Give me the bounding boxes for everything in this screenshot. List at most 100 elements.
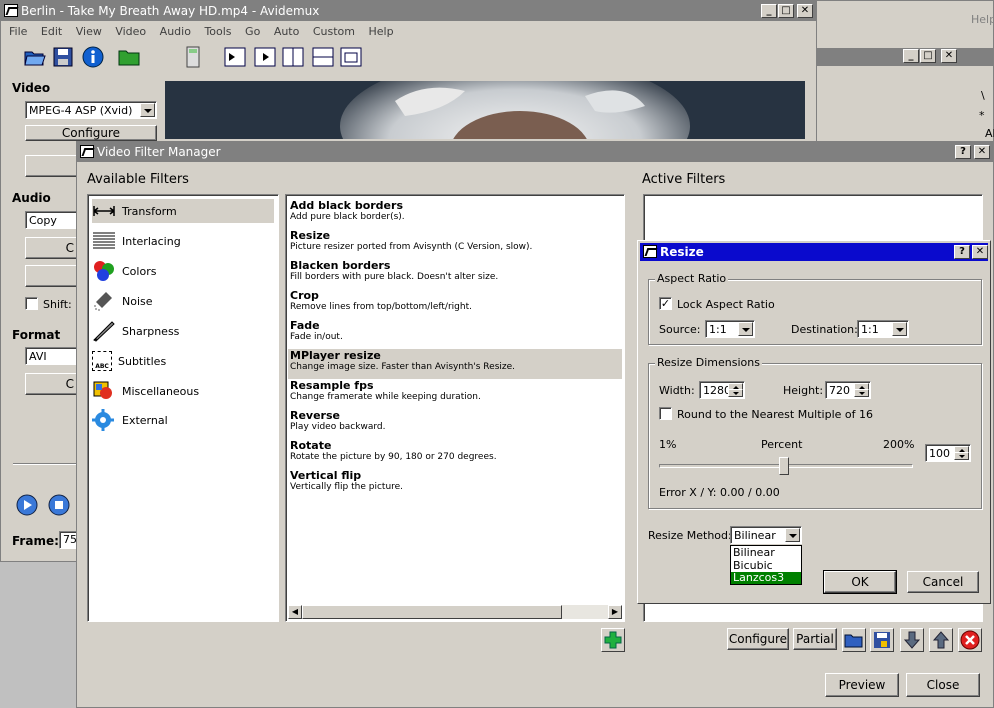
method-option-bilinear[interactable]: Bilinear [731,546,801,559]
spin-down-icon[interactable] [728,389,743,397]
percent-max-label: 200% [883,438,915,451]
frame-label: Frame: [12,534,59,548]
menu-custom[interactable]: Custom [313,25,355,38]
filter-resize[interactable]: Resize Picture resizer ported from Avisyn… [288,229,622,259]
category-label: Sharpness [122,324,180,338]
video-codec-select[interactable]: MPEG-4 ASP (Xvid) [25,101,157,119]
configure-filter-button[interactable]: Configure [727,628,789,650]
lock-aspect-checkbox[interactable]: ✓ [659,297,672,310]
desktop-background [0,562,76,708]
resize-method-select[interactable]: Bilinear [730,526,802,544]
category-label: Colors [122,264,157,278]
cancel-button[interactable]: Cancel [907,571,979,593]
menu-auto[interactable]: Auto [274,25,300,38]
panel-right-icon[interactable] [253,45,277,69]
spin-down-icon[interactable] [954,452,969,460]
category-miscellaneous[interactable]: Miscellaneous [92,379,274,403]
percent-spinbox[interactable]: 100 [925,444,971,462]
filter-resample-fps[interactable]: Resample fps Change framerate while keepi… [288,379,622,409]
layout-columns-icon[interactable] [281,45,305,69]
width-spinbox[interactable]: 1280 [699,381,745,399]
ok-button[interactable]: OK [823,570,897,594]
category-noise[interactable]: Noise [92,289,274,313]
destination-select[interactable]: 1:1 [857,320,909,338]
resize-help-button[interactable]: ? [954,245,970,259]
menu-audio[interactable]: Audio [160,25,191,38]
vfm-help-button[interactable]: ? [955,145,971,159]
percent-slider-thumb[interactable] [779,457,789,475]
method-option-lanzcos3[interactable]: Lanzcos3 [731,572,801,584]
category-interlacing[interactable]: Interlacing [92,229,274,253]
category-subtitles[interactable]: ABC Subtitles [92,349,274,373]
video-section-label: Video [12,81,51,95]
scroll-right-button[interactable]: ▶ [608,605,622,619]
filter-vertical-flip[interactable]: Vertical flip Vertically flip the picture… [288,469,622,499]
menu-go[interactable]: Go [245,25,260,38]
spin-down-icon[interactable] [854,389,869,397]
bg-minimize-button[interactable]: _ [903,49,919,63]
configure-filter-label: Configure [728,632,788,646]
filter-categories-list[interactable]: Transform Interlacing Colors Noise Sharp… [87,194,279,622]
filter-reverse[interactable]: Reverse Play video backward. [288,409,622,439]
menu-view[interactable]: View [76,25,102,38]
timeline-divider [13,463,77,465]
partial-filter-button[interactable]: Partial [793,628,837,650]
category-colors[interactable]: Colors [92,259,274,283]
menu-tools[interactable]: Tools [204,25,231,38]
scroll-thumb[interactable] [302,605,562,619]
filter-fade[interactable]: Fade Fade in/out. [288,319,622,349]
stop-icon[interactable] [47,493,71,517]
horizontal-scrollbar[interactable]: ◀ ▶ [288,605,622,619]
info-icon[interactable] [81,45,105,69]
main-maximize-button[interactable]: □ [778,4,794,18]
panel-left-icon[interactable] [223,45,247,69]
main-minimize-button[interactable]: _ [761,4,777,18]
preview-button[interactable]: Preview [825,673,899,697]
remove-filter-button[interactable] [958,628,982,652]
resize-method-dropdown[interactable]: Bilinear Bicubic Lanzcos3 [730,545,802,585]
source-select[interactable]: 1:1 [705,320,755,338]
lock-aspect-label: Lock Aspect Ratio [677,298,775,311]
menu-edit[interactable]: Edit [41,25,62,38]
round-multiple-checkbox[interactable] [659,407,672,420]
open-filter-list-button[interactable] [842,628,866,652]
filter-rotate[interactable]: Rotate Rotate the picture by 90, 180 or 2… [288,439,622,469]
filter-mplayer-resize[interactable]: MPlayer resize Change image size. Faster … [288,349,622,379]
open-folder-icon[interactable] [117,45,141,69]
main-close-button[interactable]: ✕ [797,4,813,18]
layout-single-icon[interactable] [339,45,363,69]
subtitles-icon: ABC [92,351,112,371]
filter-crop[interactable]: Crop Remove lines from top/bottom/left/ri… [288,289,622,319]
add-filter-button[interactable] [601,628,625,652]
help-menu-partial[interactable]: Help [971,13,994,26]
video-configure-button[interactable]: Configure [25,125,157,141]
bg-maximize-button[interactable]: □ [920,49,936,63]
move-filter-up-button[interactable] [929,628,953,652]
calculator-icon[interactable] [181,45,205,69]
bg-close-button[interactable]: ✕ [941,49,957,63]
vfm-close-button[interactable]: ✕ [974,145,990,159]
category-external[interactable]: External [92,408,274,432]
resize-close-button[interactable]: ✕ [972,245,988,259]
save-filter-list-button[interactable] [870,628,894,652]
save-icon[interactable] [51,45,75,69]
width-label: Width: [659,384,695,397]
main-toolbar [5,43,375,71]
move-filter-down-button[interactable] [900,628,924,652]
menu-video[interactable]: Video [115,25,146,38]
available-filters-list[interactable]: Add black borders Add pure black border(s… [285,194,625,622]
menu-file[interactable]: File [9,25,27,38]
menu-help[interactable]: Help [369,25,394,38]
close-button[interactable]: Close [906,673,980,697]
filter-blacken-borders[interactable]: Blacken borders Fill borders with pure bl… [288,259,622,289]
category-sharpness[interactable]: Sharpness [92,319,274,343]
play-icon[interactable] [15,493,39,517]
filter-add-black-borders[interactable]: Add black borders Add pure black border(s… [288,199,622,229]
scroll-left-button[interactable]: ◀ [288,605,302,619]
height-spinbox[interactable]: 720 [825,381,871,399]
transform-icon [92,200,116,222]
open-file-icon[interactable] [23,45,47,69]
category-transform[interactable]: Transform [92,199,274,223]
shift-checkbox[interactable] [25,297,38,310]
layout-rows-icon[interactable] [311,45,335,69]
